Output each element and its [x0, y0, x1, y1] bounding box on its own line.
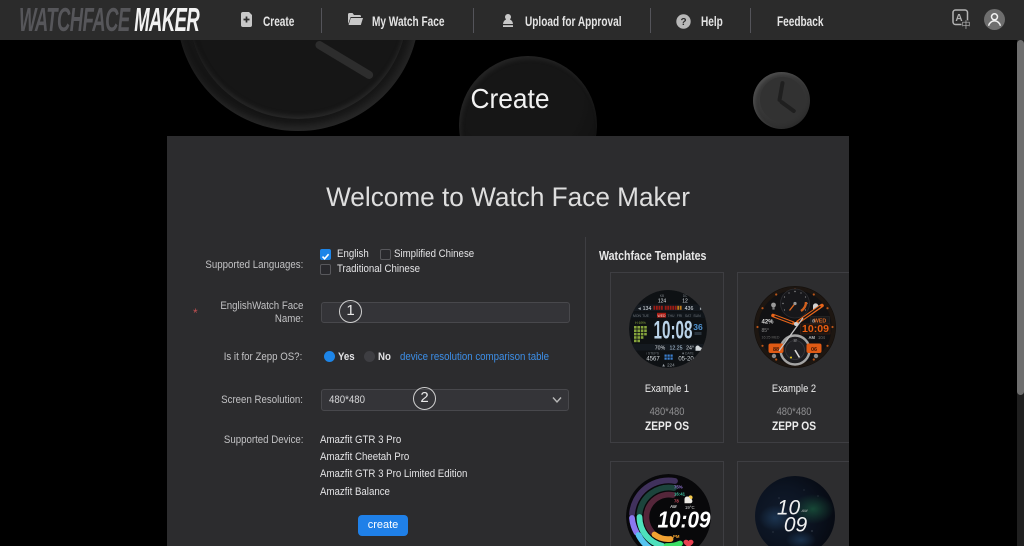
- svg-text:10:08: 10:08: [654, 317, 693, 345]
- svg-text:19°C: 19°C: [685, 505, 695, 510]
- svg-text:06: 06: [811, 347, 817, 353]
- svg-text:AM: AM: [801, 508, 809, 513]
- svg-text:H 69%: H 69%: [635, 321, 647, 325]
- svg-text:88: 88: [773, 347, 779, 353]
- svg-text:104: 104: [818, 335, 826, 340]
- svg-text:12: 12: [793, 339, 797, 343]
- svg-text:?: ?: [680, 17, 686, 28]
- svg-text:SUN: SUN: [693, 314, 701, 318]
- svg-text:12.25: 12.25: [670, 345, 683, 351]
- svg-text:134: 134: [643, 306, 652, 312]
- svg-text:05-20: 05-20: [678, 357, 694, 363]
- svg-text:10:09: 10:09: [802, 323, 829, 335]
- svg-text:◄: ◄: [637, 307, 642, 312]
- svg-text:PM: PM: [673, 534, 680, 539]
- svg-text:AM: AM: [809, 335, 816, 340]
- svg-text:16:41: 16:41: [674, 492, 686, 497]
- svg-text:75%: 75%: [674, 485, 683, 490]
- svg-text:70%: 70%: [655, 345, 666, 351]
- svg-text:124: 124: [658, 299, 667, 305]
- svg-text:36: 36: [693, 322, 703, 332]
- svg-text:TUE: TUE: [642, 314, 650, 318]
- svg-text:►: ►: [699, 307, 704, 312]
- svg-text:MON: MON: [633, 314, 641, 318]
- svg-text:42%: 42%: [762, 320, 775, 326]
- svg-text:𝑖 STEPS: 𝑖 STEPS: [646, 352, 660, 356]
- svg-text:10:09: 10:09: [658, 507, 711, 533]
- svg-text:78: 78: [674, 499, 679, 504]
- svg-text:436: 436: [685, 306, 694, 312]
- svg-text:09: 09: [784, 514, 808, 537]
- svg-text:■ DATE: ■ DATE: [682, 352, 695, 356]
- svg-text:DC: DC: [683, 294, 688, 298]
- svg-text:4567: 4567: [646, 357, 660, 363]
- svg-text:24°: 24°: [686, 345, 694, 351]
- svg-text:12: 12: [682, 299, 688, 305]
- svg-text:▲ 224: ▲ 224: [661, 363, 675, 368]
- svg-text:85°: 85°: [762, 328, 770, 334]
- svg-text:KB: KB: [660, 294, 664, 298]
- svg-text:16:25 MED: 16:25 MED: [762, 336, 780, 340]
- svg-text:中: 中: [961, 19, 970, 30]
